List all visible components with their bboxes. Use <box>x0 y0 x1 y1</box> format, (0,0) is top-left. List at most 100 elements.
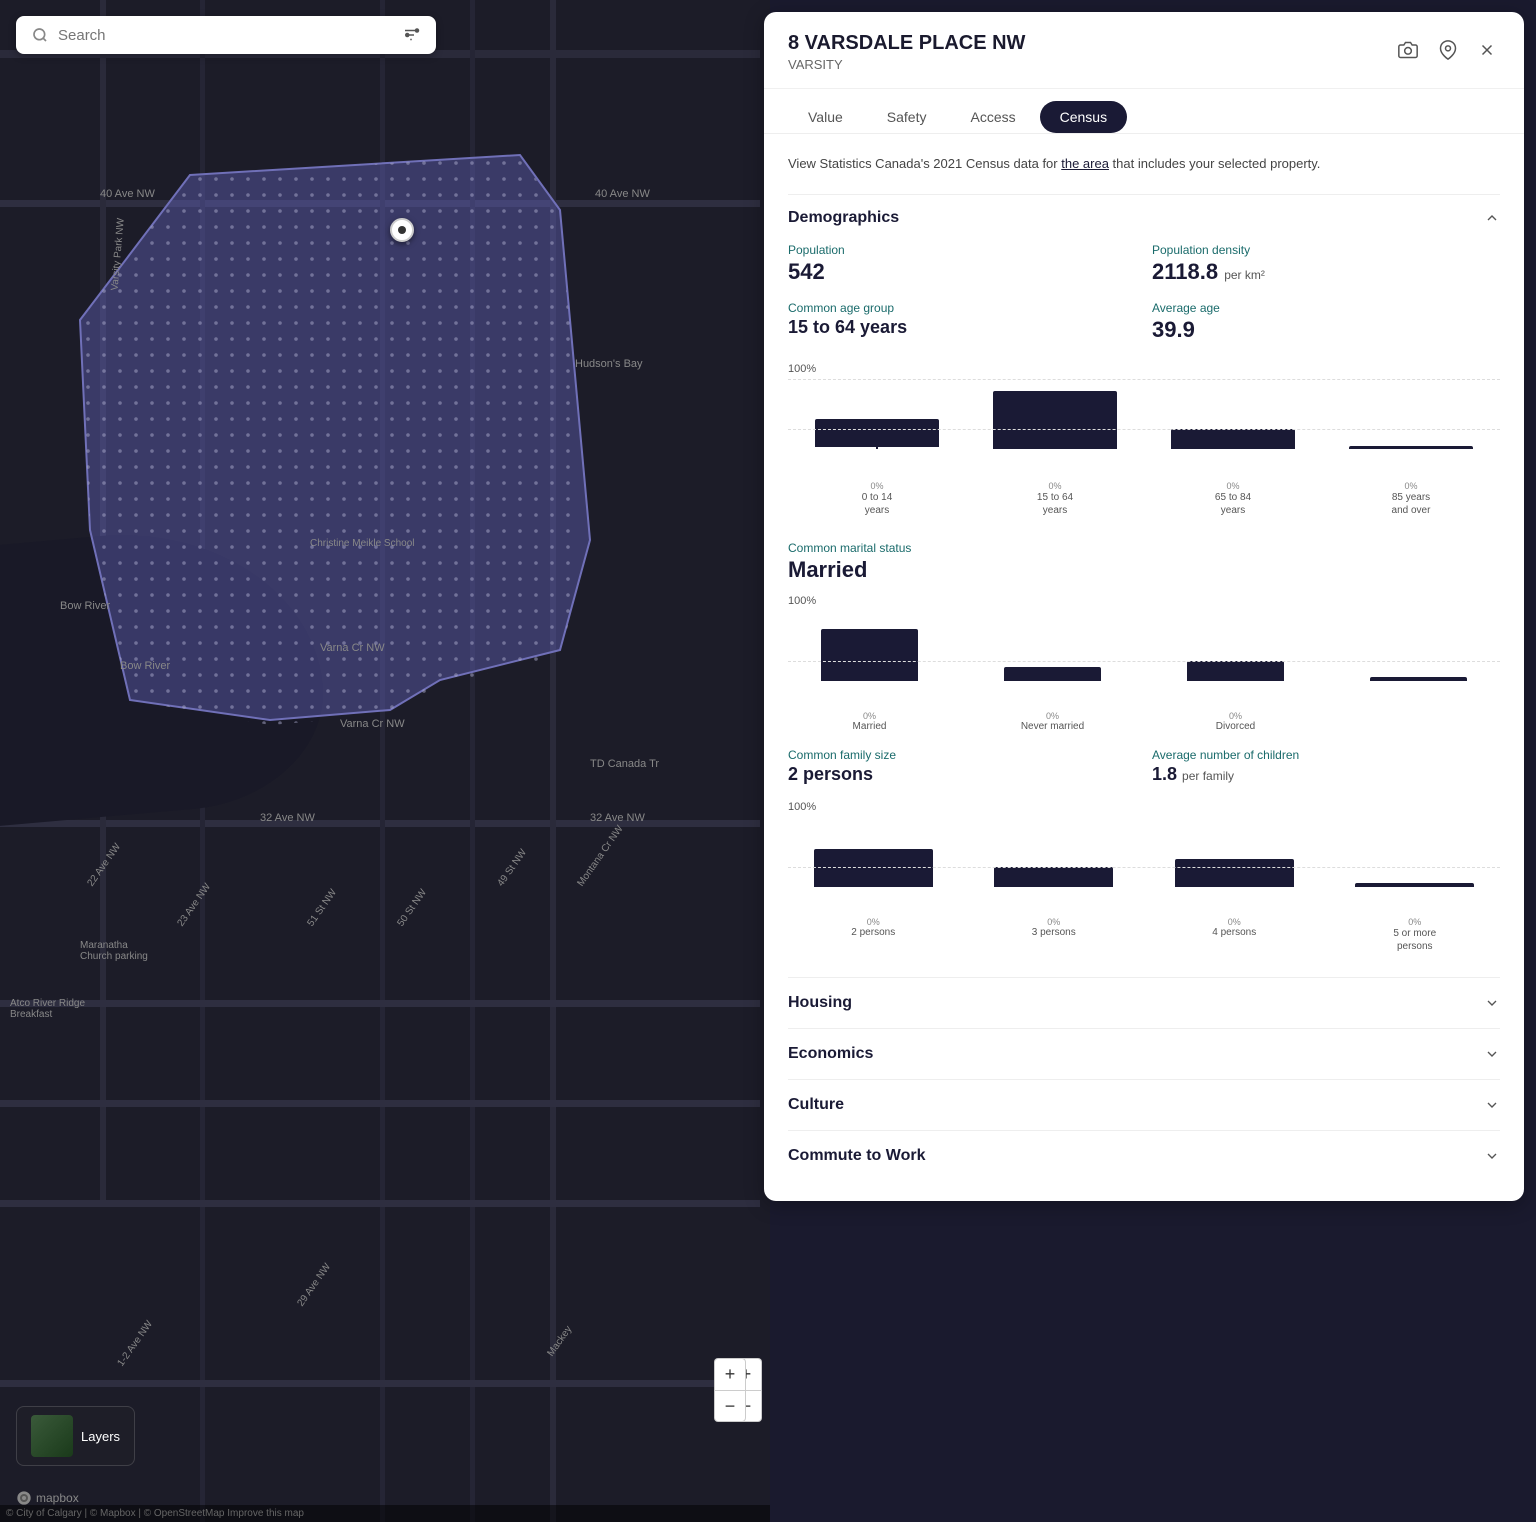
commute-header[interactable]: Commute to Work <box>788 1131 1500 1181</box>
family-bar-4 <box>1149 817 1320 887</box>
age-label-65-84: 65 to 84years <box>1144 491 1322 517</box>
tab-value[interactable]: Value <box>788 101 863 133</box>
age-group-label: Common age group <box>788 301 1136 315</box>
commute-title: Commute to Work <box>788 1147 925 1165</box>
map-attribution: © City of Calgary | © Mapbox | © OpenStr… <box>0 1505 770 1522</box>
layers-thumbnail <box>31 1415 73 1457</box>
children-unit: per family <box>1182 769 1234 783</box>
economics-title: Economics <box>788 1045 873 1063</box>
culture-chevron <box>1484 1097 1500 1113</box>
census-link[interactable]: the area <box>1061 156 1109 171</box>
location-button[interactable] <box>1434 36 1462 69</box>
family-bar-3 <box>969 817 1140 887</box>
close-button[interactable] <box>1474 37 1500 68</box>
demographics-chevron-up <box>1484 210 1500 226</box>
search-icon <box>32 27 48 43</box>
density-value: 2118.8 per km² <box>1152 259 1500 285</box>
family-label-3: 3 persons <box>969 927 1140 938</box>
camera-button[interactable] <box>1394 36 1422 69</box>
marital-bar-married <box>788 611 951 681</box>
family-section: Common family size 2 persons Average num… <box>788 748 1500 953</box>
panel-content: View Statistics Canada's 2021 Census dat… <box>764 134 1524 1201</box>
family-label-2: 2 persons <box>788 927 959 938</box>
age-label-85plus: 85 yearsand over <box>1322 491 1500 517</box>
map-background: Valiant Dr NW 40 Ave NW 40 Ave NW Varsit… <box>0 0 770 1522</box>
family-chart-100: 100% <box>788 801 1500 813</box>
housing-section: Housing <box>788 977 1500 1028</box>
attribution-text: © City of Calgary | © Mapbox | © OpenStr… <box>6 1508 304 1519</box>
age-bar-0-14 <box>788 379 966 449</box>
age-group-value: 15 to 64 years <box>788 317 1136 338</box>
population-label: Population <box>788 243 1136 257</box>
map-zoom-out[interactable]: − <box>714 1390 746 1422</box>
zoom-controls: + − <box>730 1358 1516 1422</box>
tab-census[interactable]: Census <box>1040 101 1127 133</box>
marital-value: Married <box>788 557 1500 583</box>
population-stats: Population 542 Population density 2118.8… <box>788 243 1500 343</box>
commute-chevron <box>1484 1148 1500 1164</box>
avg-age-value: 39.9 <box>1152 317 1500 343</box>
marital-label-never: Never married <box>971 721 1134 732</box>
mapbox-text: mapbox <box>36 1491 79 1505</box>
demographics-title: Demographics <box>788 209 899 227</box>
age-chart-100: 100% <box>788 363 1500 375</box>
panel-title-area: 8 VARSDALE PLACE NW VARSITY <box>788 32 1025 72</box>
layers-label: Layers <box>81 1429 120 1444</box>
marital-bar-never <box>971 611 1134 681</box>
filter-icon[interactable] <box>402 26 420 44</box>
avg-age-stat: Average age 39.9 <box>1152 301 1500 343</box>
density-unit: per km² <box>1224 268 1265 282</box>
avg-children-label: Average number of children <box>1152 748 1500 762</box>
avg-children-value: 1.8 per family <box>1152 764 1500 785</box>
density-label: Population density <box>1152 243 1500 257</box>
marital-label-married: Married <box>788 721 951 732</box>
age-group-stat: Common age group 15 to 64 years <box>788 301 1136 343</box>
map-zoom-in[interactable]: + <box>714 1358 746 1390</box>
age-chart: 100% <box>788 363 1500 517</box>
culture-header[interactable]: Culture <box>788 1080 1500 1130</box>
family-stats-grid: Common family size 2 persons Average num… <box>788 748 1500 785</box>
census-intro: View Statistics Canada's 2021 Census dat… <box>788 154 1500 174</box>
age-bar-15-64 <box>966 379 1144 449</box>
tab-safety[interactable]: Safety <box>867 101 947 133</box>
housing-title: Housing <box>788 994 852 1012</box>
density-stat: Population density 2118.8 per km² <box>1152 243 1500 285</box>
panel-header: 8 VARSDALE PLACE NW VARSITY <box>764 12 1524 89</box>
housing-header[interactable]: Housing <box>788 978 1500 1028</box>
avg-age-label: Average age <box>1152 301 1500 315</box>
mapbox-logo: mapbox <box>16 1490 79 1506</box>
marital-label-divorced: Divorced <box>1154 721 1317 732</box>
tab-access[interactable]: Access <box>950 101 1035 133</box>
marital-bar-divorced <box>1154 611 1317 681</box>
family-size-label: Common family size <box>788 748 1136 762</box>
avg-children-stat: Average number of children 1.8 per famil… <box>1152 748 1500 785</box>
culture-title: Culture <box>788 1096 844 1114</box>
family-bar-5plus <box>1330 817 1501 887</box>
age-bar-85plus <box>1322 379 1500 449</box>
economics-chevron <box>1484 1046 1500 1062</box>
demographics-header: Demographics <box>788 195 1500 243</box>
search-input[interactable] <box>58 27 392 44</box>
layers-button[interactable]: Layers <box>16 1406 135 1466</box>
family-label-4: 4 persons <box>1149 927 1320 938</box>
marital-section: Common marital status Married 100% <box>788 541 1500 732</box>
panel-suburb: VARSITY <box>788 57 1025 72</box>
commute-section: Commute to Work <box>788 1130 1500 1181</box>
family-size-stat: Common family size 2 persons <box>788 748 1136 785</box>
economics-section: Economics <box>788 1028 1500 1079</box>
culture-section: Culture <box>788 1079 1500 1130</box>
search-bar[interactable] <box>16 16 436 54</box>
tab-navigation: Value Safety Access Census <box>764 89 1524 134</box>
map-zoom-controls: + − <box>714 1358 746 1422</box>
marital-chart-100: 100% <box>788 595 1500 607</box>
age-bar-65-84 <box>1144 379 1322 449</box>
age-label-0-14: 0 to 14years <box>788 491 966 517</box>
economics-header[interactable]: Economics <box>788 1029 1500 1079</box>
marital-label: Common marital status <box>788 541 1500 555</box>
housing-chevron <box>1484 995 1500 1011</box>
population-stat: Population 542 <box>788 243 1136 285</box>
panel-address: 8 VARSDALE PLACE NW <box>788 32 1025 55</box>
family-size-value: 2 persons <box>788 764 1136 785</box>
right-panel: 8 VARSDALE PLACE NW VARSITY <box>764 12 1524 1201</box>
age-label-15-64: 15 to 64years <box>966 491 1144 517</box>
